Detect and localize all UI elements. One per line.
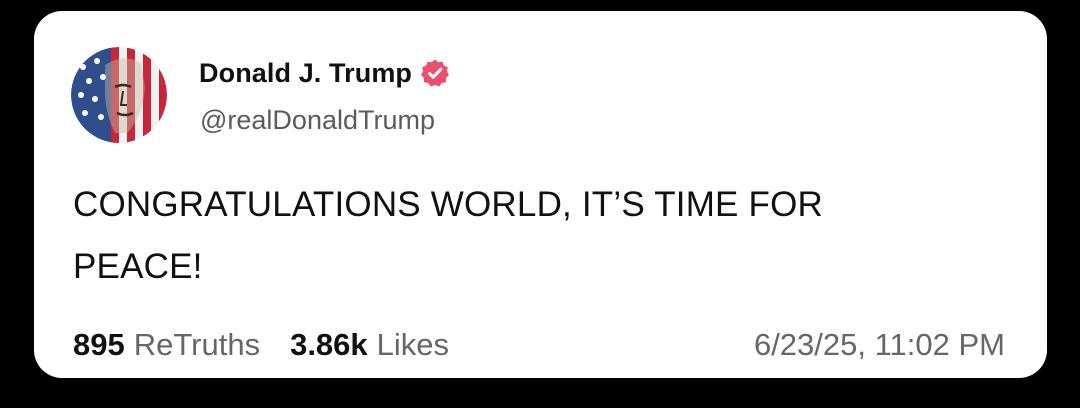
post-timestamp: 6/23/25, 11:02 PM — [753, 327, 1005, 362]
verified-badge-icon — [420, 58, 450, 88]
likes-label[interactable]: Likes — [377, 327, 449, 363]
retruths-count[interactable]: 895 — [73, 327, 125, 363]
post-text: CONGRATULATIONS WORLD, IT’S TIME FOR PEA… — [73, 174, 1003, 298]
post-footer: 895 ReTruths 3.86k Likes 6/23/25, 11:02 … — [73, 323, 1005, 367]
post-text-line: CONGRATULATIONS WORLD, IT’S TIME FOR — [73, 185, 824, 224]
author-display-name[interactable]: Donald J. Trump — [199, 58, 412, 89]
avatar[interactable] — [71, 47, 167, 143]
likes-count[interactable]: 3.86k — [290, 327, 368, 363]
avatar-image — [71, 47, 167, 143]
post-card: Donald J. Trump @realDonaldTrump CONGRAT… — [34, 11, 1047, 378]
author-name-row: Donald J. Trump — [199, 53, 450, 93]
retruths-label[interactable]: ReTruths — [134, 327, 260, 363]
author-handle[interactable]: @realDonaldTrump — [200, 105, 435, 136]
post-text-line: PEACE! — [73, 247, 203, 286]
